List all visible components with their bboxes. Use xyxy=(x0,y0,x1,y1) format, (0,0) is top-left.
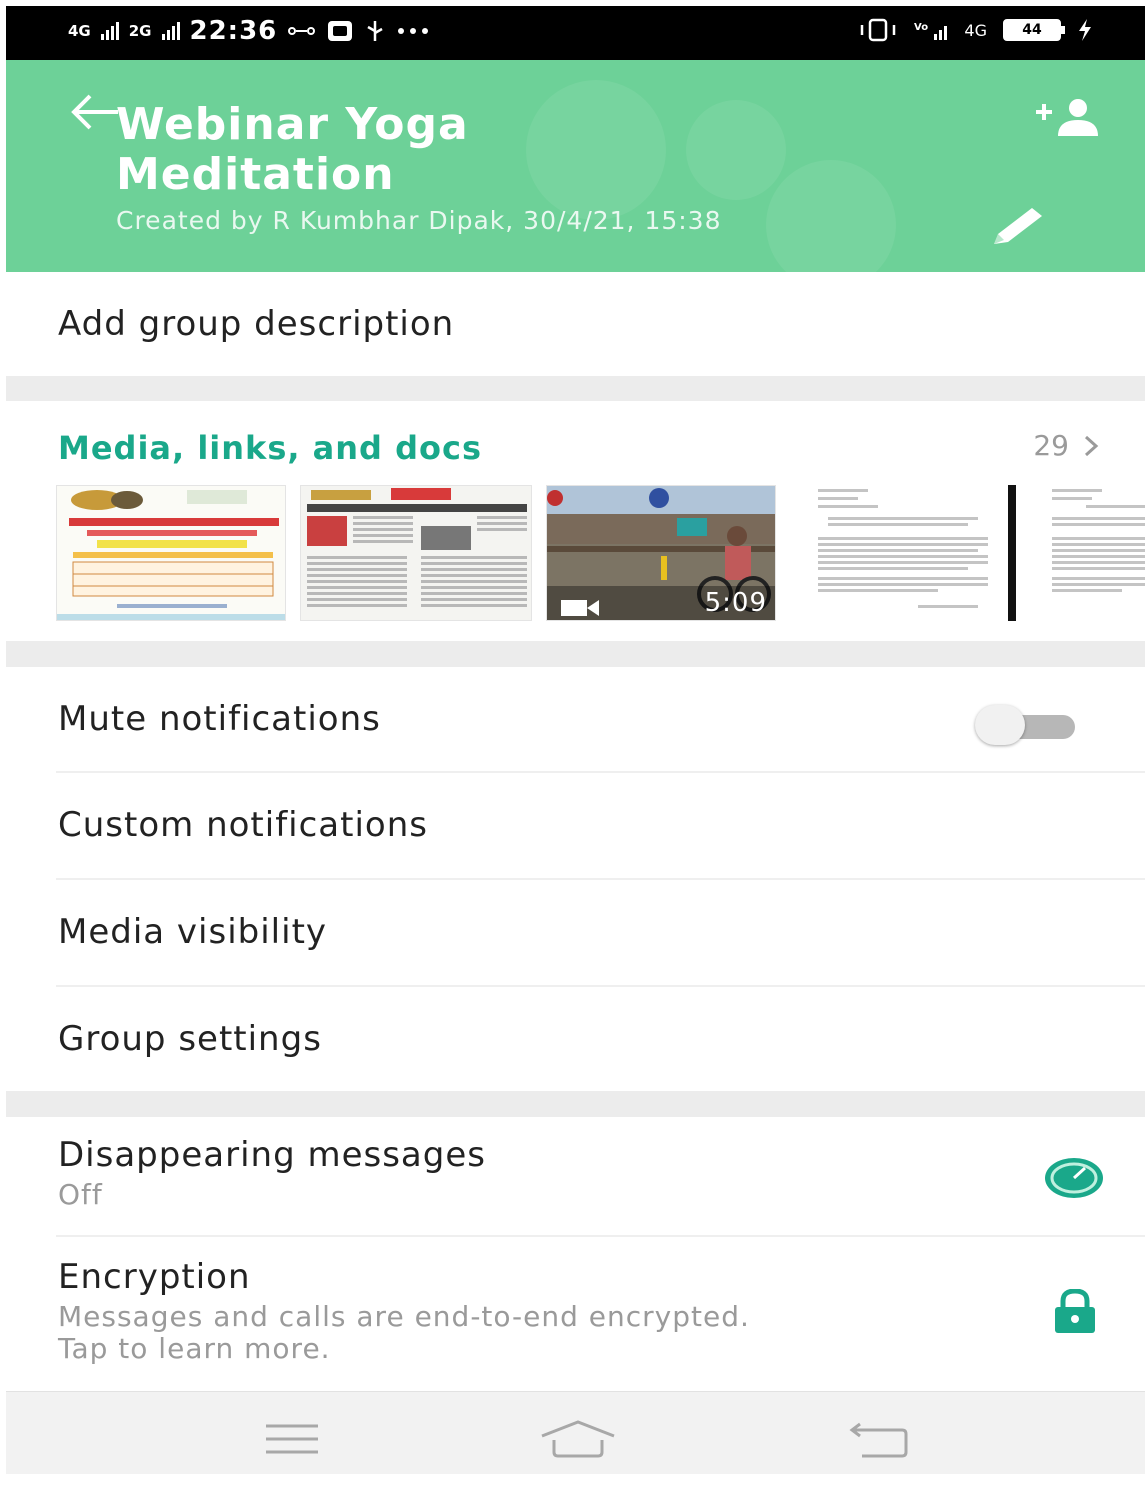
signal-bars-2-icon xyxy=(161,22,180,40)
media-thumbnail-strip: 5:09 xyxy=(56,485,1145,625)
encryption-description-line2: Tap to learn more. xyxy=(58,1332,331,1365)
encryption-label: Encryption xyxy=(58,1257,251,1297)
vibrate-icon xyxy=(861,18,896,42)
network-type-label: 4G xyxy=(964,20,987,40)
encryption-row[interactable]: Encryption Messages and calls are end-to… xyxy=(6,1237,1145,1385)
section-separator xyxy=(6,1091,1145,1117)
signal-2-label: 2G xyxy=(128,22,152,40)
media-visibility-row[interactable]: Media visibility xyxy=(6,880,1145,987)
more-dots-icon xyxy=(398,28,429,34)
system-navigation-bar xyxy=(6,1391,1145,1474)
data-usage-icon xyxy=(288,27,316,35)
pencil-icon[interactable] xyxy=(986,204,1048,248)
document-page-image xyxy=(808,485,998,621)
poster-image-icon xyxy=(57,486,285,620)
clock: 22:36 xyxy=(189,16,278,46)
battery-level: 44 xyxy=(1022,22,1042,38)
group-settings-row[interactable]: Group settings xyxy=(6,987,1145,1091)
section-separator xyxy=(6,376,1145,401)
video-duration: 5:09 xyxy=(704,588,767,618)
encryption-description-line1: Messages and calls are end-to-end encryp… xyxy=(58,1300,750,1333)
header-decoration xyxy=(686,100,786,200)
mute-notifications-row[interactable]: Mute notifications xyxy=(6,667,1145,773)
signal-bars-icon xyxy=(100,22,119,40)
toggle-knob xyxy=(975,705,1025,745)
arrow-left-icon[interactable] xyxy=(68,92,120,132)
status-bar: 4G 2G 22:36 Vo 4G 44 xyxy=(6,6,1145,60)
custom-notifications-row[interactable]: Custom notifications xyxy=(6,773,1145,880)
media-visibility-label: Media visibility xyxy=(58,912,328,952)
disappearing-messages-label: Disappearing messages xyxy=(58,1135,486,1175)
group-settings-label: Group settings xyxy=(58,1019,322,1059)
battery-indicator: 44 xyxy=(1003,19,1065,41)
usb-icon xyxy=(367,21,383,41)
group-header: Webinar Yoga Meditation Created by R Kum… xyxy=(6,60,1145,272)
menu-icon[interactable] xyxy=(264,1422,320,1456)
home-icon[interactable] xyxy=(538,1418,618,1460)
media-count: 29 xyxy=(1033,429,1069,462)
media-thumbnail-video[interactable]: 5:09 xyxy=(546,485,776,621)
media-links-docs-title[interactable]: Media, links, and docs xyxy=(58,429,482,467)
newspaper-image-icon xyxy=(301,486,531,620)
timer-icon xyxy=(1045,1158,1103,1198)
media-thumbnail-poster[interactable] xyxy=(56,485,286,621)
media-count-link[interactable]: 29 xyxy=(1033,429,1099,462)
disappearing-messages-row[interactable]: Disappearing messages Off xyxy=(6,1117,1145,1237)
lock-icon xyxy=(1055,1289,1095,1333)
signal-1-label: 4G xyxy=(68,22,91,40)
document-page-image-2 xyxy=(1046,485,1145,621)
mute-notifications-label: Mute notifications xyxy=(58,699,381,739)
media-thumbnail-document-2[interactable] xyxy=(1046,485,1145,621)
svg-text:Vo: Vo xyxy=(914,22,928,33)
media-thumbnail-document[interactable] xyxy=(808,485,998,621)
mute-notifications-toggle[interactable] xyxy=(975,705,1075,745)
group-created-info: Created by R Kumbhar Dipak, 30/4/21, 15:… xyxy=(116,206,722,235)
add-person-icon[interactable] xyxy=(1032,98,1106,140)
media-section: Media, links, and docs 29 5:09 xyxy=(6,401,1145,641)
group-title: Webinar Yoga Meditation xyxy=(116,99,469,200)
app-frame: 4G 2G 22:36 Vo 4G 44 Webinar Yoga Medita… xyxy=(6,6,1145,1474)
custom-notifications-label: Custom notifications xyxy=(58,805,428,845)
section-separator xyxy=(6,641,1145,667)
notification-app-icon xyxy=(328,21,353,41)
charging-bolt-icon xyxy=(1079,19,1091,41)
back-icon[interactable] xyxy=(846,1420,910,1460)
media-thumbnail-newspaper[interactable] xyxy=(300,485,532,621)
document-edge-divider xyxy=(1008,485,1016,621)
add-description-row[interactable]: Add group description xyxy=(6,272,1145,376)
add-description-label: Add group description xyxy=(58,304,455,344)
volte-signal-icon: Vo xyxy=(914,22,948,40)
disappearing-messages-value: Off xyxy=(58,1178,103,1211)
chevron-right-icon xyxy=(1084,435,1099,456)
